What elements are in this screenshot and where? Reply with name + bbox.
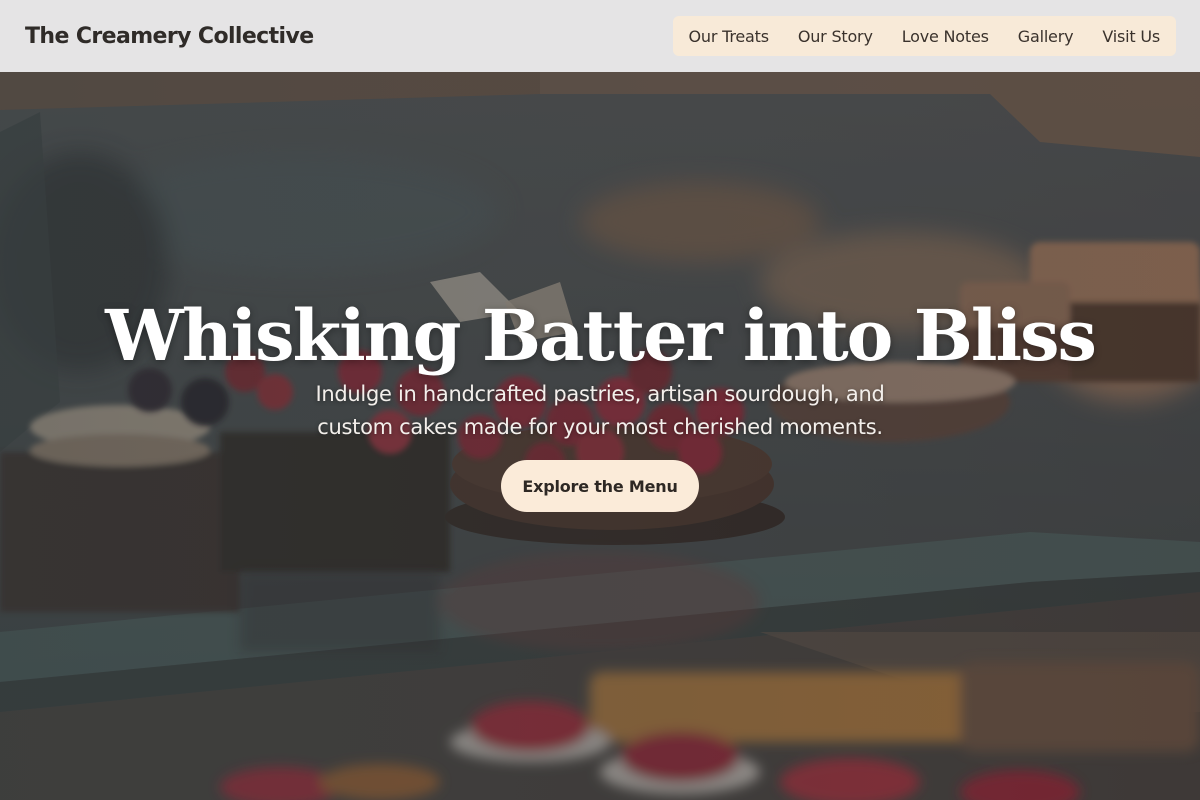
hero-section: Whisking Batter into Bliss Indulge in ha… bbox=[0, 72, 1200, 800]
nav-visit-us[interactable]: Visit Us bbox=[1088, 27, 1160, 46]
nav-our-story[interactable]: Our Story bbox=[783, 27, 887, 46]
explore-menu-button[interactable]: Explore the Menu bbox=[501, 460, 699, 512]
site-header: The Creamery Collective Our Treats Our S… bbox=[0, 0, 1200, 72]
nav-love-notes[interactable]: Love Notes bbox=[887, 27, 1003, 46]
brand-logo[interactable]: The Creamery Collective bbox=[25, 24, 314, 49]
hero-title: Whisking Batter into Bliss bbox=[105, 294, 1097, 377]
main-nav: Our Treats Our Story Love Notes Gallery … bbox=[672, 16, 1176, 56]
hero-subtitle: Indulge in handcrafted pastries, artisan… bbox=[315, 382, 885, 439]
nav-gallery[interactable]: Gallery bbox=[1003, 27, 1088, 46]
hero-content: Whisking Batter into Bliss Indulge in ha… bbox=[0, 72, 1200, 800]
nav-our-treats[interactable]: Our Treats bbox=[689, 27, 784, 46]
